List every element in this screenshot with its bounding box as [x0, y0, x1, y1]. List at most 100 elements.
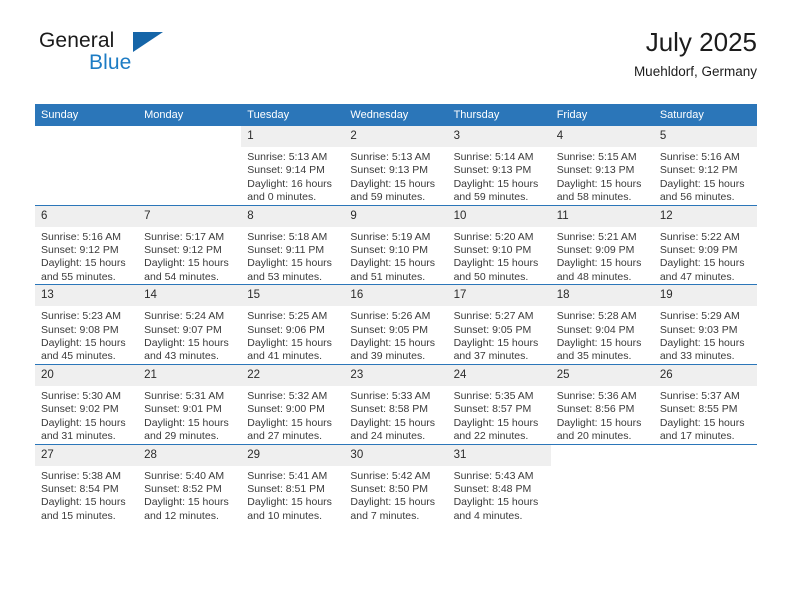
day-details: Sunrise: 5:35 AM Sunset: 8:57 PM Daylight:…	[448, 386, 551, 444]
day-detail-sunrise: Sunrise: 5:31 AM	[144, 389, 225, 402]
day-detail-daylight-line1: Daylight: 15 hours	[350, 177, 436, 190]
calendar-day-cell[interactable]: 21 Sunrise: 5:31 AM Sunset: 9:01 PM Dayligh…	[138, 363, 242, 444]
day-detail-daylight-line1: Daylight: 15 hours	[350, 337, 436, 350]
calendar-day-cell[interactable]: 29 Sunrise: 5:41 AM Sunset: 8:51 PM Dayligh…	[241, 443, 345, 524]
day-number: 7	[138, 205, 242, 227]
day-details: Sunrise: 5:20 AM Sunset: 9:10 PM Daylight:…	[448, 227, 551, 285]
day-detail-sunrise: Sunrise: 5:20 AM	[453, 230, 534, 243]
calendar-day-cell[interactable]: 18 Sunrise: 5:28 AM Sunset: 9:04 PM Dayligh…	[550, 284, 654, 365]
day-detail-daylight-line1: Daylight: 15 hours	[659, 177, 745, 190]
day-detail-sunrise: Sunrise: 5:13 AM	[350, 151, 431, 163]
day-detail-daylight-line2: and 48 minutes.	[556, 270, 632, 283]
calendar-day-cell[interactable]: 23 Sunrise: 5:33 AM Sunset: 8:58 PM Dayligh…	[344, 363, 448, 444]
day-number: 29	[241, 444, 345, 466]
calendar-day-cell[interactable]: 5 Sunrise: 5:16 AM Sunset: 9:12 PM Daylight…	[653, 126, 757, 206]
day-details: Sunrise: 5:13 AM Sunset: 9:13 PM Daylight:…	[344, 147, 447, 205]
day-detail-daylight-line2: and 58 minutes.	[556, 191, 632, 204]
calendar-day-cell[interactable]: 13 Sunrise: 5:23 AM Sunset: 9:08 PM Dayligh…	[35, 284, 139, 365]
calendar-day-cell[interactable]: 11 Sunrise: 5:21 AM Sunset: 9:09 PM Dayligh…	[550, 204, 654, 285]
day-details: Sunrise: 5:40 AM Sunset: 8:52 PM Daylight:…	[138, 466, 241, 524]
day-detail-daylight-line1: Daylight: 16 hours	[247, 177, 332, 190]
calendar-day-cell[interactable]: 3 Sunrise: 5:14 AM Sunset: 9:13 PM Daylight…	[447, 126, 551, 206]
day-detail-sunrise: Sunrise: 5:30 AM	[41, 389, 121, 402]
day-detail-daylight-line2: and 12 minutes.	[144, 509, 219, 522]
day-detail-sunset: Sunset: 9:01 PM	[144, 403, 222, 416]
calendar-day-cell[interactable]: 2 Sunrise: 5:13 AM Sunset: 9:13 PM Daylight…	[344, 126, 448, 206]
calendar-day-cell[interactable]: 16 Sunrise: 5:26 AM Sunset: 9:05 PM Dayligh…	[344, 284, 448, 365]
day-number: 22	[241, 364, 345, 386]
day-detail-daylight-line1: Daylight: 15 hours	[556, 337, 642, 350]
calendar-day-cell[interactable]: 24 Sunrise: 5:35 AM Sunset: 8:57 PM Dayligh…	[447, 363, 551, 444]
day-detail-daylight-line2: and 20 minutes.	[556, 430, 632, 443]
calendar-cell-empty	[550, 443, 654, 524]
day-detail-daylight-line2: and 10 minutes.	[247, 509, 322, 522]
day-detail-sunset: Sunset: 9:13 PM	[350, 164, 429, 177]
calendar-day-cell[interactable]: 15 Sunrise: 5:25 AM Sunset: 9:06 PM Dayligh…	[241, 284, 345, 365]
calendar-day-cell[interactable]: 7 Sunrise: 5:17 AM Sunset: 9:12 PM Daylight…	[138, 204, 242, 285]
day-detail-daylight-line1: Daylight: 15 hours	[453, 177, 539, 190]
day-detail-daylight-line2: and 43 minutes.	[144, 350, 219, 363]
calendar-day-cell[interactable]: 1 Sunrise: 5:13 AM Sunset: 9:14 PM Daylight…	[241, 126, 345, 206]
calendar-day-cell[interactable]: 20 Sunrise: 5:30 AM Sunset: 9:02 PM Dayligh…	[35, 363, 139, 444]
calendar-day-cell[interactable]: 10 Sunrise: 5:20 AM Sunset: 9:10 PM Dayligh…	[447, 204, 551, 285]
calendar-day-cell[interactable]: 14 Sunrise: 5:24 AM Sunset: 9:07 PM Dayligh…	[138, 284, 242, 365]
day-details: Sunrise: 5:16 AM Sunset: 9:12 PM Daylight:…	[654, 147, 757, 205]
day-detail-sunset: Sunset: 9:13 PM	[453, 164, 532, 177]
brand-logo[interactable]: General Blue	[35, 28, 255, 88]
day-detail-sunset: Sunset: 9:12 PM	[659, 164, 738, 177]
day-detail-daylight-line2: and 59 minutes.	[453, 191, 529, 204]
day-detail-daylight-line2: and 50 minutes.	[453, 270, 529, 283]
day-detail-daylight-line2: and 37 minutes.	[453, 350, 529, 363]
day-detail-daylight-line1: Daylight: 15 hours	[659, 337, 745, 350]
day-detail-daylight-line2: and 33 minutes.	[659, 350, 735, 363]
day-number: 18	[550, 285, 654, 307]
day-detail-daylight-line1: Daylight: 15 hours	[453, 496, 539, 509]
calendar-day-cell[interactable]: 30 Sunrise: 5:42 AM Sunset: 8:50 PM Dayligh…	[344, 443, 448, 524]
calendar-day-cell[interactable]: 12 Sunrise: 5:22 AM Sunset: 9:09 PM Dayligh…	[653, 204, 757, 285]
calendar-day-cell[interactable]: 17 Sunrise: 5:27 AM Sunset: 9:05 PM Dayligh…	[447, 284, 551, 365]
calendar-day-cell[interactable]: 31 Sunrise: 5:43 AM Sunset: 8:48 PM Dayligh…	[447, 443, 551, 524]
day-details: Sunrise: 5:28 AM Sunset: 9:04 PM Daylight:…	[551, 306, 654, 364]
calendar-day-cell[interactable]: 26 Sunrise: 5:37 AM Sunset: 8:55 PM Dayligh…	[653, 363, 757, 444]
calendar-day-cell[interactable]: 22 Sunrise: 5:32 AM Sunset: 9:00 PM Dayligh…	[241, 363, 345, 444]
brand-name-general: General	[39, 29, 115, 52]
calendar-day-cell[interactable]: 4 Sunrise: 5:15 AM Sunset: 9:13 PM Daylight…	[550, 126, 654, 206]
day-detail-daylight-line1: Daylight: 15 hours	[350, 416, 436, 429]
calendar-day-cell[interactable]: 27 Sunrise: 5:38 AM Sunset: 8:54 PM Dayligh…	[35, 443, 139, 524]
day-details: Sunrise: 5:22 AM Sunset: 9:09 PM Daylight:…	[654, 227, 757, 285]
day-detail-daylight-line1: Daylight: 15 hours	[41, 416, 126, 429]
brand-name-blue: Blue	[89, 51, 132, 74]
day-number: 16	[344, 285, 448, 307]
day-detail-sunrise: Sunrise: 5:22 AM	[659, 230, 740, 243]
day-detail-sunset: Sunset: 9:09 PM	[659, 244, 738, 257]
calendar-day-cell[interactable]: 6 Sunrise: 5:16 AM Sunset: 9:12 PM Daylight…	[35, 204, 139, 285]
triangle-icon	[133, 32, 163, 52]
day-number: 9	[344, 205, 448, 227]
calendar-day-cell[interactable]: 19 Sunrise: 5:29 AM Sunset: 9:03 PM Dayligh…	[653, 284, 757, 365]
weekday-header-row: Sunday Monday Tuesday Wednesday Thursday…	[35, 104, 757, 126]
day-number: 12	[653, 205, 757, 227]
calendar-day-cell[interactable]: 28 Sunrise: 5:40 AM Sunset: 8:52 PM Dayligh…	[138, 443, 242, 524]
calendar-day-cell[interactable]: 8 Sunrise: 5:18 AM Sunset: 9:11 PM Daylight…	[241, 204, 345, 285]
day-details: Sunrise: 5:38 AM Sunset: 8:54 PM Daylight:…	[35, 466, 138, 524]
day-detail-sunset: Sunset: 8:56 PM	[556, 403, 635, 416]
day-number: 19	[653, 285, 757, 307]
day-details: Sunrise: 5:36 AM Sunset: 8:56 PM Daylight:…	[551, 386, 654, 444]
day-number: 6	[35, 205, 139, 227]
day-detail-sunrise: Sunrise: 5:19 AM	[350, 230, 431, 243]
calendar-day-cell[interactable]: 25 Sunrise: 5:36 AM Sunset: 8:56 PM Dayligh…	[550, 363, 654, 444]
calendar-day-cell[interactable]: 9 Sunrise: 5:19 AM Sunset: 9:10 PM Daylight…	[344, 204, 448, 285]
calendar-week-row: 1 Sunrise: 5:13 AM Sunset: 9:14 PM Daylight…	[35, 126, 757, 206]
day-detail-daylight-line2: and 29 minutes.	[144, 430, 219, 443]
day-detail-daylight-line1: Daylight: 15 hours	[556, 257, 642, 270]
day-details: Sunrise: 5:32 AM Sunset: 9:00 PM Daylight:…	[241, 386, 344, 444]
day-detail-sunrise: Sunrise: 5:14 AM	[453, 151, 534, 163]
day-detail-sunrise: Sunrise: 5:23 AM	[41, 310, 121, 323]
day-detail-daylight-line1: Daylight: 15 hours	[144, 416, 229, 429]
day-detail-sunrise: Sunrise: 5:13 AM	[247, 151, 328, 163]
day-detail-sunrise: Sunrise: 5:17 AM	[144, 230, 225, 243]
day-detail-sunset: Sunset: 9:13 PM	[556, 164, 635, 177]
day-detail-sunset: Sunset: 8:52 PM	[144, 482, 222, 495]
day-detail-sunset: Sunset: 9:14 PM	[247, 164, 325, 177]
calendar-week-row: 27 Sunrise: 5:38 AM Sunset: 8:54 PM Dayligh…	[35, 443, 757, 524]
